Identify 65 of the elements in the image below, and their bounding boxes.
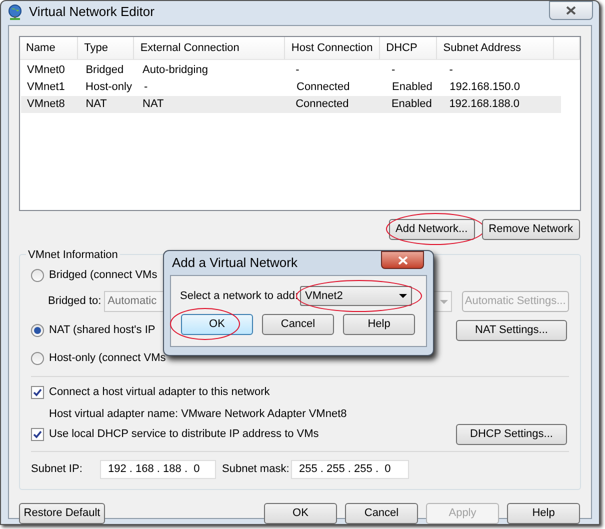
- table-row[interactable]: VMnet1 Host-only - Connected Enabled 192.168.150.0: [21, 79, 561, 96]
- radio-button[interactable]: [31, 352, 44, 364]
- table-cell-text: -: [448, 63, 454, 78]
- dropdown-arrow-icon: [399, 294, 408, 298]
- dialog-button[interactable]: OK: [264, 503, 337, 524]
- checkbox[interactable]: [31, 428, 44, 441]
- window-title: Virtual Network Editor: [29, 3, 154, 22]
- table-cell-text: -: [390, 63, 396, 78]
- settings-button[interactable]: DHCP Settings...: [456, 424, 567, 445]
- dialog-button[interactable]: Cancel: [262, 314, 334, 335]
- dialog-button[interactable]: OK: [181, 314, 253, 335]
- table-cell-text: -: [294, 63, 300, 78]
- close-icon: [398, 256, 408, 264]
- table-cell-text: Connected: [294, 97, 350, 112]
- ip-field[interactable]: 192 . 168 . 188 . 0: [100, 460, 216, 479]
- adapter-name-text: Host virtual adapter name: VMware Network Adapter VMnet8: [49, 407, 348, 422]
- table-cell-text: -: [142, 80, 149, 96]
- column-header[interactable]: External Connection: [134, 37, 286, 59]
- table-cell-text: Host-only: [84, 80, 133, 96]
- dialog-title: Add a Virtual Network: [172, 254, 298, 272]
- list-button[interactable]: Remove Network: [482, 219, 580, 240]
- column-header[interactable]: DHCP: [380, 37, 438, 59]
- close-button[interactable]: [381, 251, 424, 269]
- table-row[interactable]: VMnet0 Bridged Auto-bridging - - -: [21, 62, 561, 79]
- close-icon: [566, 6, 576, 14]
- table-cell-text: VMnet1: [26, 80, 66, 96]
- ip-field[interactable]: 255 . 255 . 255 . 0: [291, 460, 409, 479]
- column-header[interactable]: Type: [78, 37, 134, 59]
- radio-button[interactable]: [31, 268, 44, 282]
- field-label: Bridged to:: [48, 294, 102, 310]
- table-cell-text: NAT: [84, 97, 108, 112]
- table-cell-text: Auto-bridging: [142, 63, 209, 78]
- radio-label: Host-only (connect VMs: [49, 350, 166, 366]
- field-label: Subnet mask:: [222, 462, 290, 478]
- field-label: Select a network to add:: [180, 288, 298, 304]
- table-cell-text: Enabled: [391, 80, 434, 96]
- dialog-button[interactable]: Help: [343, 314, 415, 335]
- checkbox-label: Use local DHCP service to distribute IP address to VMs: [49, 427, 319, 442]
- dialog-button[interactable]: Cancel: [345, 503, 418, 524]
- checkbox[interactable]: [31, 386, 44, 398]
- table-cell-text: VMnet8: [26, 97, 66, 112]
- table-cell-text: 192.168.150.0: [448, 80, 521, 96]
- radio-button[interactable]: [31, 324, 44, 337]
- table-row[interactable]: VMnet8 NAT NAT Connected Enabled 192.168.188.0: [21, 96, 561, 113]
- table-cell-text: Enabled: [390, 97, 433, 112]
- radio-label: NAT (shared host's IP: [49, 323, 156, 338]
- field-label: Subnet IP:: [31, 462, 84, 478]
- dialog-button[interactable]: Help: [507, 503, 580, 524]
- column-header[interactable]: Host Connection: [285, 37, 380, 59]
- table-cell-text: 192.168.188.0: [448, 97, 521, 112]
- settings-button[interactable]: NAT Settings...: [456, 320, 567, 341]
- dropdown-arrow-icon: [440, 300, 448, 304]
- column-header[interactable]: Name: [20, 37, 78, 59]
- table-cell-text: Connected: [296, 80, 351, 96]
- network-dropdown[interactable]: VMnet2: [300, 286, 412, 306]
- table-cell-text: VMnet0: [26, 63, 66, 78]
- table-cell-text: Bridged: [84, 63, 125, 78]
- close-button[interactable]: [549, 0, 593, 20]
- list-button[interactable]: Add Network...: [388, 219, 475, 240]
- radio-label: Bridged (connect VMs: [49, 268, 158, 283]
- checkbox-label: Connect a host virtual adapter to this network: [49, 384, 270, 400]
- globe-network-icon: [7, 4, 23, 20]
- table-cell-text: NAT: [142, 97, 165, 112]
- column-header[interactable]: Subnet Address: [437, 37, 554, 59]
- restore-default-button[interactable]: Restore Default: [19, 503, 105, 524]
